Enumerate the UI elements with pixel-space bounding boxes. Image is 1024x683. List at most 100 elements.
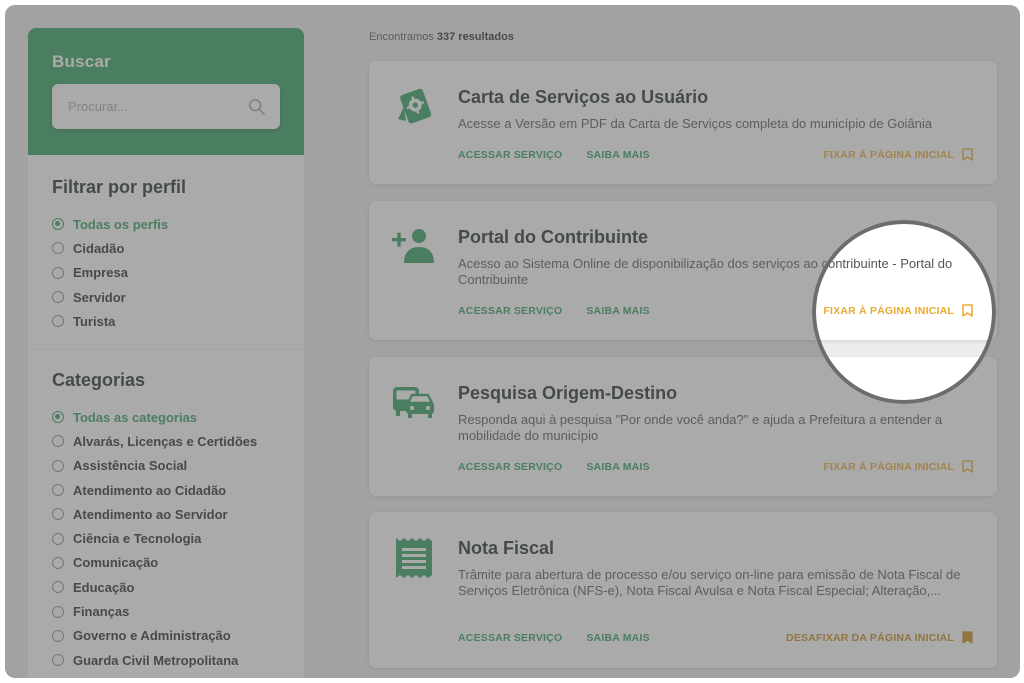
pin-to-home-button[interactable]: FIXAR À PÁGINA INICIAL (823, 460, 973, 473)
perfil-option[interactable]: Servidor (52, 285, 280, 309)
card-description: Trâmite para abertura de processo e/ou s… (458, 567, 961, 598)
category-option[interactable]: Governo e Administração (52, 624, 280, 648)
vehicles-icon (393, 387, 434, 418)
perfil-list: Todas os perfis Cidadão Empresa Servidor Tur… (52, 212, 280, 333)
category-option-label: Finanças (73, 604, 130, 620)
category-option-label: Educação (73, 579, 135, 595)
perfil-option-label: Todas os perfis (73, 216, 169, 232)
card-title[interactable]: Portal do Contribuinte (458, 227, 648, 248)
card-description: Acesse a Versão em PDF da Carta de Servi… (458, 116, 933, 131)
access-service-link[interactable]: ACESSAR SERVIÇO (458, 305, 562, 317)
service-card: Portal do Contribuinte Acesso ao Sistema… (369, 201, 997, 340)
category-option-label: Todas as categorias (73, 409, 198, 425)
perfil-option[interactable]: Empresa (52, 261, 280, 285)
category-option-label: Habitação (73, 677, 135, 678)
perfil-filter-panel: Filtrar por perfil Todas os perfis Cidadã… (28, 155, 304, 349)
document-gear-icon (398, 88, 432, 124)
perfil-option-label: Servidor (73, 289, 126, 305)
card-actions: ACESSAR SERVIÇO SAIBA MAIS FIXAR À PÁGIN… (458, 460, 973, 473)
perfil-option[interactable]: Turista (52, 309, 280, 333)
results-count-prefix: Encontramos (369, 31, 434, 43)
category-option[interactable]: Alvarás, Licenças e Certidões (52, 429, 280, 453)
radio-icon[interactable] (52, 484, 64, 497)
card-title[interactable]: Pesquisa Origem-Destino (458, 383, 677, 404)
bookmark-filled-icon (962, 631, 973, 644)
radio-icon[interactable] (52, 532, 64, 545)
radio-icon[interactable] (52, 291, 64, 304)
radio-icon[interactable] (52, 435, 64, 448)
card-actions: ACESSAR SERVIÇO SAIBA MAIS FIXAR À PÁGIN… (458, 148, 973, 161)
card-description: Acesso ao Sistema Online de disponibiliz… (458, 256, 953, 287)
perfil-option[interactable]: Todas os perfis (52, 212, 280, 236)
learn-more-link[interactable]: SAIBA MAIS (586, 305, 649, 317)
card-description: Responda aqui à pesquisa "Por onde você … (458, 412, 943, 443)
results-count: Encontramos 337 resultados (369, 31, 514, 43)
perfil-option-label: Turista (73, 313, 116, 329)
radio-icon[interactable] (52, 242, 64, 255)
category-option[interactable]: Comunicação (52, 551, 280, 575)
perfil-option-label: Empresa (73, 265, 128, 281)
radio-icon[interactable] (52, 605, 64, 618)
category-option-label: Atendimento ao Servidor (73, 506, 228, 522)
pin-to-home-button[interactable]: FIXAR À PÁGINA INICIAL (823, 304, 973, 317)
receipt-icon (396, 538, 432, 578)
access-service-link[interactable]: ACESSAR SERVIÇO (458, 632, 562, 644)
access-service-link[interactable]: ACESSAR SERVIÇO (458, 149, 562, 161)
category-option[interactable]: Atendimento ao Servidor (52, 502, 280, 526)
bookmark-outline-icon (962, 460, 973, 473)
category-filter-panel: Categorias Todas as categorias Alvarás, L… (28, 349, 304, 678)
unpin-from-home-button[interactable]: DESAFIXAR DA PÁGINA INICIAL (786, 631, 973, 644)
sidebar: Buscar Filtrar por perfil Todas os perfi… (28, 28, 304, 678)
card-actions: ACESSAR SERVIÇO SAIBA MAIS DESAFIXAR DA … (458, 631, 973, 644)
pin-label: FIXAR À PÁGINA INICIAL (823, 148, 954, 161)
pin-to-home-button[interactable]: FIXAR À PÁGINA INICIAL (823, 148, 973, 161)
category-option-label: Governo e Administração (73, 628, 231, 644)
category-option[interactable]: Finanças (52, 599, 280, 623)
category-option-label: Guarda Civil Metropolitana (73, 652, 239, 668)
category-filter-title: Categorias (52, 370, 146, 390)
service-card: Carta de Serviços ao Usuário Acesse a Ve… (369, 61, 997, 184)
radio-icon[interactable] (52, 581, 64, 594)
card-title[interactable]: Carta de Serviços ao Usuário (458, 87, 708, 108)
radio-icon[interactable] (52, 315, 64, 328)
access-service-link[interactable]: ACESSAR SERVIÇO (458, 461, 562, 473)
search-box[interactable] (52, 84, 280, 129)
unpin-label: DESAFIXAR DA PÁGINA INICIAL (786, 631, 954, 644)
perfil-filter-title: Filtrar por perfil (52, 177, 187, 197)
search-panel: Buscar (28, 28, 304, 155)
service-card: Pesquisa Origem-Destino Responda aqui à … (369, 357, 997, 496)
category-option-label: Atendimento ao Cidadão (73, 482, 227, 498)
category-option-label: Comunicação (73, 555, 159, 571)
radio-selected-icon[interactable] (52, 218, 64, 231)
category-option[interactable]: Todas as categorias (52, 405, 280, 429)
category-option[interactable]: Educação (52, 575, 280, 599)
learn-more-link[interactable]: SAIBA MAIS (586, 632, 649, 644)
search-input[interactable] (68, 99, 248, 114)
card-title[interactable]: Nota Fiscal (458, 538, 554, 559)
perfil-option[interactable]: Cidadão (52, 236, 280, 260)
search-title: Buscar (52, 52, 111, 71)
learn-more-link[interactable]: SAIBA MAIS (586, 461, 649, 473)
bookmark-outline-icon (962, 148, 973, 161)
category-list: Todas as categorias Alvarás, Licenças e C… (52, 405, 280, 678)
category-option[interactable]: Guarda Civil Metropolitana (52, 648, 280, 672)
category-option[interactable]: Habitação (52, 672, 280, 678)
service-card: Nota Fiscal Trâmite para abertura de pro… (369, 512, 997, 668)
radio-icon[interactable] (52, 654, 64, 667)
radio-selected-icon[interactable] (52, 411, 64, 424)
perfil-option-label: Cidadão (73, 240, 125, 256)
radio-icon[interactable] (52, 459, 64, 472)
category-option[interactable]: Atendimento ao Cidadão (52, 478, 280, 502)
category-option-label: Assistência Social (73, 458, 188, 474)
search-icon[interactable] (248, 98, 266, 116)
radio-icon[interactable] (52, 629, 64, 642)
radio-icon[interactable] (52, 556, 64, 569)
results-count-value: 337 resultados (436, 31, 514, 43)
category-option[interactable]: Assistência Social (52, 454, 280, 478)
category-option-label: Ciência e Tecnologia (73, 531, 202, 547)
radio-icon[interactable] (52, 508, 64, 521)
category-option[interactable]: Ciência e Tecnologia (52, 526, 280, 550)
card-actions: ACESSAR SERVIÇO SAIBA MAIS FIXAR À PÁGIN… (458, 304, 973, 317)
radio-icon[interactable] (52, 266, 64, 279)
learn-more-link[interactable]: SAIBA MAIS (586, 149, 649, 161)
